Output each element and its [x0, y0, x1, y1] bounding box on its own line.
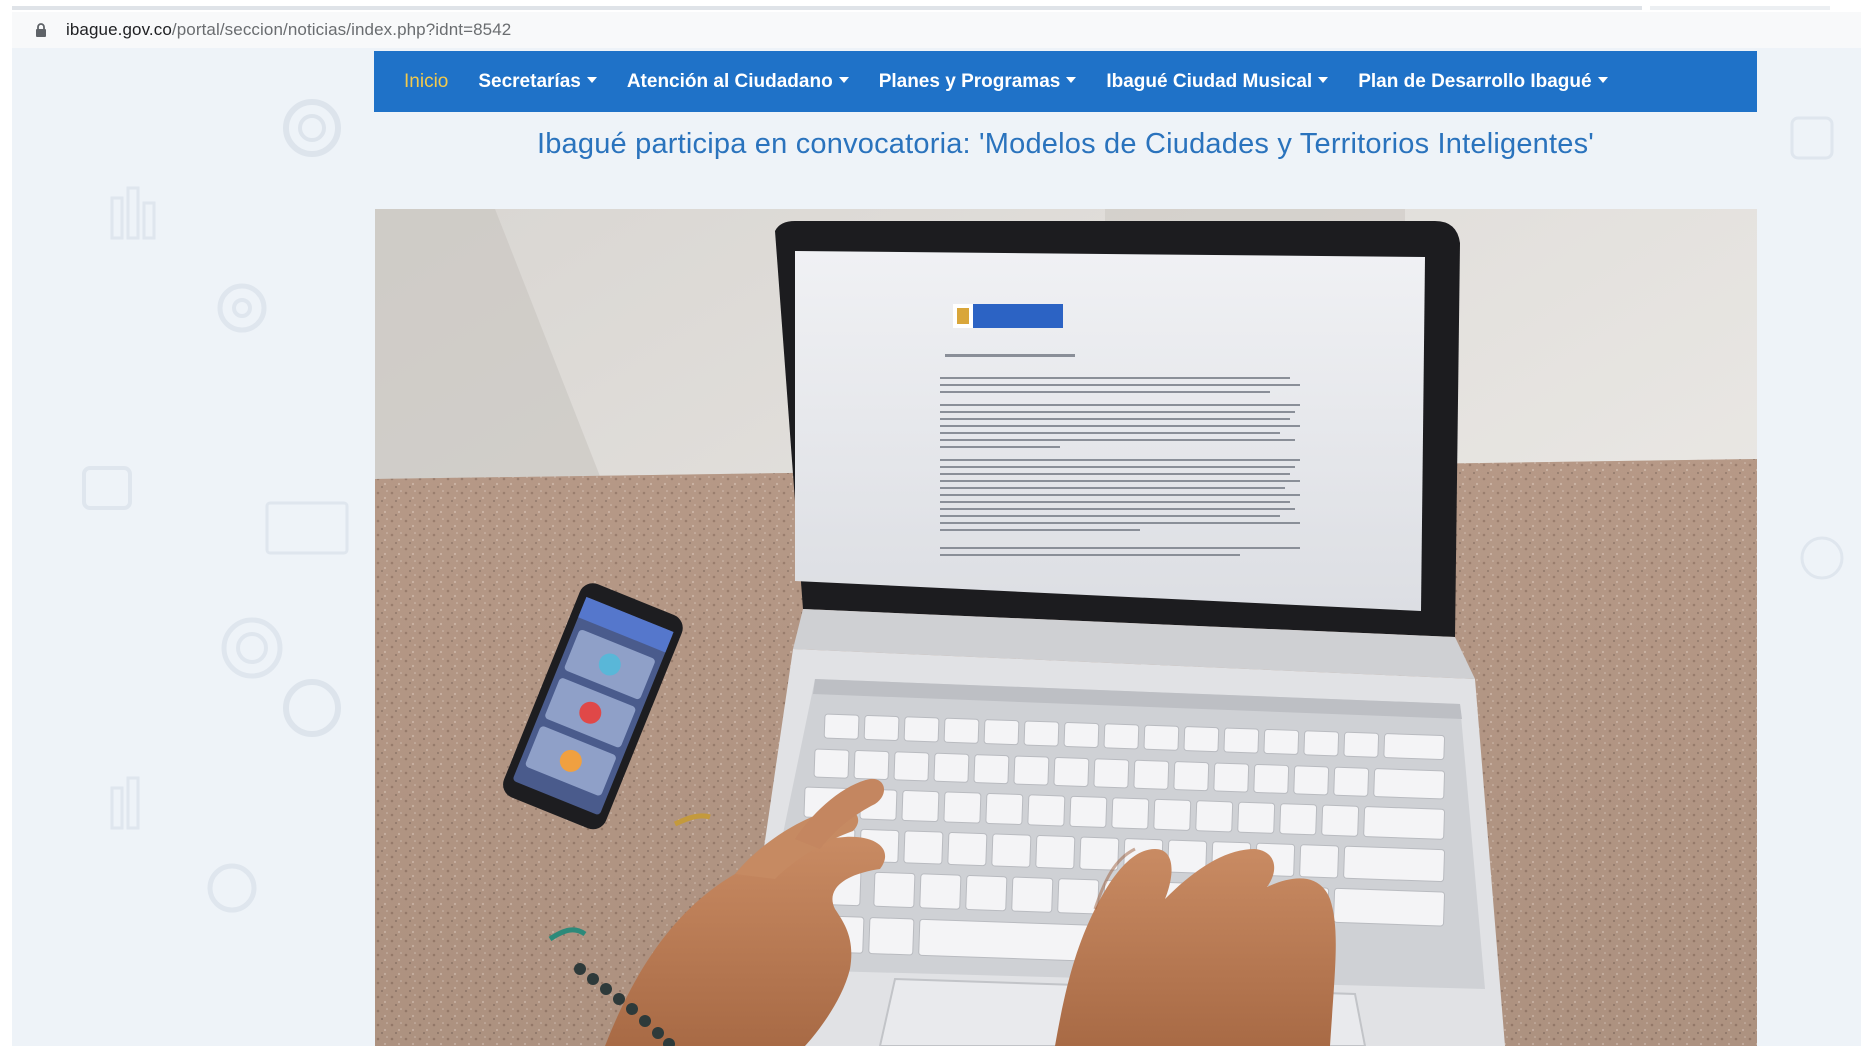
nav-item-inicio[interactable]: Inicio	[404, 71, 448, 93]
chevron-down-icon	[1318, 76, 1329, 83]
decor-target-icon	[221, 617, 283, 679]
decor-gear-icon	[217, 283, 267, 333]
main-navbar: Inicio Secretarías Atención al Ciudadano…	[374, 51, 1757, 112]
nav-item-plan-desarrollo[interactable]: Plan de Desarrollo Ibagué	[1358, 70, 1608, 93]
chevron-down-icon	[586, 76, 597, 83]
nav-item-label: Planes y Programas	[878, 70, 1061, 92]
address-bar[interactable]: ibague.gov.co/portal/seccion/noticias/in…	[12, 12, 1861, 49]
nav-item-label: Plan de Desarrollo Ibagué	[1358, 70, 1592, 92]
decor-shape-icon	[1790, 116, 1834, 160]
url-text[interactable]: ibague.gov.co/portal/seccion/noticias/in…	[66, 20, 511, 40]
nav-item-ciudad-musical[interactable]: Ibagué Ciudad Musical	[1106, 70, 1329, 93]
page-load-progress-track	[1650, 6, 1830, 10]
nav-item-label: Inicio	[404, 70, 449, 92]
article-hero-image	[375, 209, 1757, 1046]
decor-buildings-icon	[110, 186, 156, 240]
decor-shape-icon-2	[1800, 536, 1844, 580]
decor-buildings-icon-2	[110, 776, 140, 830]
page-load-progress	[12, 6, 1642, 10]
decor-gear-icon-2	[207, 863, 257, 913]
url-host: ibague.gov.co	[66, 20, 172, 39]
chevron-down-icon	[838, 76, 849, 83]
nav-item-label: Atención al Ciudadano	[626, 70, 833, 92]
lock-icon[interactable]	[30, 19, 52, 41]
nav-item-label: Ibagué Ciudad Musical	[1106, 70, 1313, 92]
nav-item-label: Secretarías	[478, 70, 581, 92]
chevron-down-icon	[1066, 76, 1077, 83]
chevron-down-icon	[1597, 76, 1608, 83]
article-title: Ibagué participa en convocatoria: 'Model…	[536, 128, 1595, 160]
nav-item-atencion-ciudadano[interactable]: Atención al Ciudadano	[627, 71, 849, 93]
decor-monitor-icon	[265, 501, 349, 555]
nav-item-planes-programas[interactable]: Planes y Programas	[879, 71, 1077, 93]
decor-bag-icon	[82, 466, 132, 510]
decor-magnifier-icon	[283, 99, 341, 157]
nav-item-secretarias[interactable]: Secretarías	[478, 70, 597, 93]
laptop-photo-illustration	[375, 209, 1757, 1046]
decor-magnifier-icon-2	[283, 679, 341, 737]
url-path: /portal/seccion/noticias/index.php?idnt=…	[171, 20, 512, 39]
